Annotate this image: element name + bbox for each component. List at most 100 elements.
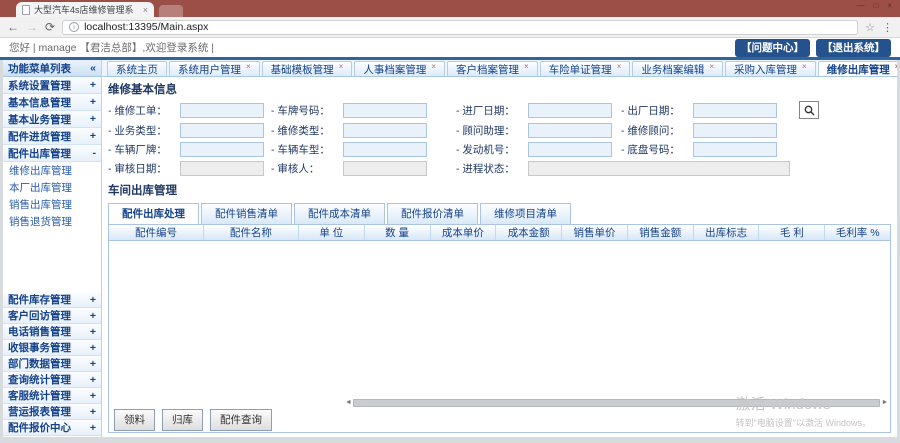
sidebar-item-service-statistics[interactable]: 客服统计管理 + <box>3 388 101 404</box>
expand-icon[interactable]: + <box>90 358 96 370</box>
url-text[interactable]: localhost:13395/Main.aspx <box>84 21 208 33</box>
advisor-assistant-input[interactable] <box>528 123 612 138</box>
sidebar-item-operation-reports[interactable]: 营运报表管理 + <box>3 404 101 420</box>
chassis-number-input[interactable] <box>693 142 777 157</box>
sidebar-item-parts-outbound[interactable]: 配件出库管理 - <box>3 145 101 162</box>
column-header-unit[interactable]: 单 位 <box>299 225 365 240</box>
column-header-part-name[interactable]: 配件名称 <box>204 225 299 240</box>
expand-icon[interactable]: + <box>90 113 96 125</box>
sidebar-subitem-sales-return[interactable]: 销售退货管理 <box>3 213 101 230</box>
expand-icon[interactable]: + <box>90 390 96 402</box>
address-bar[interactable]: i localhost:13395/Main.aspx <box>62 19 859 35</box>
tab-close-icon[interactable]: × <box>431 62 436 71</box>
new-tab-button[interactable] <box>159 5 183 17</box>
plate-number-input[interactable] <box>343 102 427 118</box>
business-type-input[interactable] <box>180 123 264 138</box>
repair-order-input[interactable] <box>180 102 264 118</box>
pick-material-button[interactable]: 领料 <box>114 409 155 431</box>
sidebar-subitem-sales-outbound[interactable]: 销售出库管理 <box>3 196 101 213</box>
scroll-right-icon[interactable]: ► <box>880 398 890 408</box>
tab-close-icon[interactable]: × <box>339 62 344 71</box>
subtab-parts-outbound-process[interactable]: 配件出库处理 <box>108 203 199 224</box>
tab-insurance-docs[interactable]: 车险单证管理 × <box>539 61 631 76</box>
tab-repair-outbound[interactable]: 维修出库管理× <box>817 61 897 76</box>
tab-close-icon[interactable]: × <box>143 5 148 15</box>
page-info-icon[interactable]: i <box>69 22 80 32</box>
tab-system-users[interactable]: 系统用户管理 × <box>169 61 260 76</box>
repair-type-input[interactable] <box>343 123 427 138</box>
sidebar-item-system-settings[interactable]: 系统设置管理 + <box>3 77 101 94</box>
sidebar-item-parts-quote-center[interactable]: 配件报价中心 + <box>3 420 101 436</box>
question-center-button[interactable]: 【问题中心】 <box>735 38 810 57</box>
subtab-parts-sales-list[interactable]: 配件销售清单 <box>201 203 292 224</box>
exit-date-input[interactable] <box>693 102 777 118</box>
minimize-icon[interactable]: — <box>856 2 864 10</box>
scrollbar-thumb[interactable] <box>353 399 880 407</box>
return-to-stock-button[interactable]: 归库 <box>162 409 203 431</box>
tab-customer-archives[interactable]: 客户档案管理 × <box>447 61 538 76</box>
entry-date-input[interactable] <box>528 102 612 118</box>
sidebar-subitem-repair-outbound[interactable]: 维修出库管理 <box>3 162 101 179</box>
vehicle-brand-input[interactable] <box>180 142 264 157</box>
vehicle-model-input[interactable] <box>343 142 427 157</box>
maximize-icon[interactable]: □ <box>873 2 878 10</box>
column-header-sale-amount[interactable]: 销售金额 <box>628 225 694 240</box>
column-header-sale-price[interactable]: 销售单价 <box>562 225 628 240</box>
tab-base-template[interactable]: 基础模板管理 × <box>261 61 353 76</box>
expand-icon[interactable]: + <box>90 342 96 354</box>
expand-icon[interactable]: + <box>90 326 96 338</box>
logout-button[interactable]: 【退出系统】 <box>816 38 891 57</box>
subtab-parts-cost-list[interactable]: 配件成本清单 <box>294 203 385 224</box>
column-header-quantity[interactable]: 数 量 <box>365 225 431 240</box>
parts-query-button[interactable]: 配件查询 <box>210 409 272 431</box>
scroll-left-icon[interactable]: ◄ <box>343 398 353 408</box>
column-header-gross-margin[interactable]: 毛利率 % <box>825 225 890 240</box>
tab-purchase-inbound[interactable]: 采购入库管理 × <box>725 61 816 76</box>
sidebar-item-parts-stock[interactable]: 配件库存管理 + <box>3 292 101 308</box>
bookmark-star-icon[interactable]: ☆ <box>865 21 875 34</box>
tab-close-icon[interactable]: × <box>524 62 529 71</box>
back-icon[interactable]: ← <box>7 21 19 33</box>
column-header-gross-profit[interactable]: 毛 利 <box>759 225 826 240</box>
tab-close-icon[interactable]: × <box>895 62 897 71</box>
sidebar-item-customer-followup[interactable]: 客户回访管理 + <box>3 308 101 324</box>
tab-business-archive-edit[interactable]: 业务档案编辑 × <box>632 61 724 76</box>
column-header-part-number[interactable]: 配件编号 <box>109 225 204 240</box>
tab-close-icon[interactable]: × <box>246 62 251 71</box>
expand-icon[interactable]: + <box>90 310 96 322</box>
engine-number-input[interactable] <box>528 142 612 157</box>
repair-advisor-input[interactable] <box>693 123 777 138</box>
refresh-icon[interactable]: ⟳ <box>45 21 55 33</box>
tab-close-icon[interactable]: × <box>617 62 622 71</box>
sidebar-item-query-statistics[interactable]: 查询统计管理 + <box>3 372 101 388</box>
sidebar-item-phone-sales[interactable]: 电话销售管理 + <box>3 324 101 340</box>
expand-icon[interactable]: + <box>90 374 96 386</box>
sidebar-item-basic-business[interactable]: 基本业务管理 + <box>3 111 101 128</box>
tab-close-icon[interactable]: × <box>709 62 714 71</box>
expand-icon[interactable]: + <box>90 79 96 91</box>
browser-tab[interactable]: 大型汽车4s店维修管理系 × <box>16 2 154 17</box>
sidebar-item-department-data[interactable]: 部门数据管理 + <box>3 356 101 372</box>
collapse-group-icon[interactable]: - <box>93 147 97 159</box>
sidebar-item-parts-purchase[interactable]: 配件进货管理 + <box>3 128 101 145</box>
search-button[interactable] <box>799 101 819 119</box>
expand-icon[interactable]: + <box>90 422 96 434</box>
subtab-repair-item-list[interactable]: 维修项目清单 <box>480 203 571 224</box>
browser-menu-icon[interactable]: ⋮ <box>882 21 893 34</box>
subtab-parts-quote-list[interactable]: 配件报价清单 <box>387 203 478 224</box>
column-header-cost-price[interactable]: 成本单价 <box>431 225 497 240</box>
sidebar-subitem-factory-outbound[interactable]: 本厂出库管理 <box>3 179 101 196</box>
expand-icon[interactable]: + <box>90 96 96 108</box>
expand-icon[interactable]: + <box>90 130 96 142</box>
sidebar-item-basic-info[interactable]: 基本信息管理 + <box>3 94 101 111</box>
column-header-cost-amount[interactable]: 成本金额 <box>496 225 563 240</box>
tab-system-home[interactable]: 系统主页 <box>107 61 167 76</box>
column-header-outbound-flag[interactable]: 出库标志 <box>694 225 760 240</box>
tab-hr-archives[interactable]: 人事档案管理 × <box>354 61 446 76</box>
expand-icon[interactable]: + <box>90 294 96 306</box>
forward-icon[interactable]: → <box>26 21 38 33</box>
sidebar-collapse-icon[interactable]: « <box>90 62 96 74</box>
sidebar-item-cashier-affairs[interactable]: 收银事务管理 + <box>3 340 101 356</box>
expand-icon[interactable]: + <box>90 406 96 418</box>
window-close-icon[interactable]: × <box>887 2 892 10</box>
